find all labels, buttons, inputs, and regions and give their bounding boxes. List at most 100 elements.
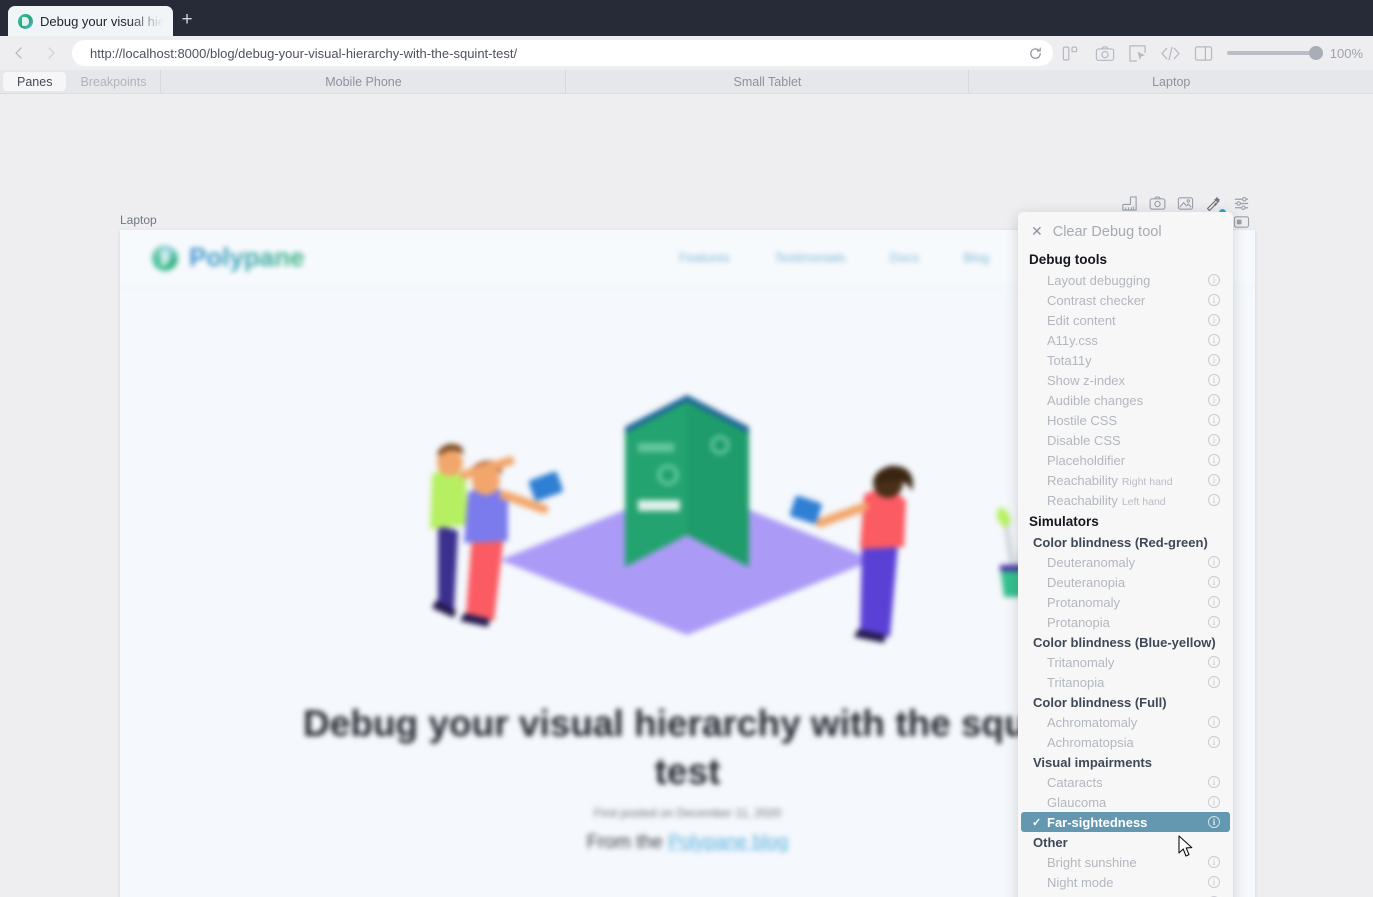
menu-item-label: Protanomaly [1047, 594, 1120, 610]
element-picker-icon[interactable] [1127, 42, 1149, 64]
info-icon[interactable]: i [1208, 474, 1220, 486]
check-icon: ✓ [1032, 474, 1045, 487]
layout-icon[interactable] [1061, 42, 1083, 64]
menu-item-hostile-css[interactable]: ✓ Hostile CSS i [1021, 410, 1230, 430]
menu-item-sublabel: Left hand [1121, 495, 1166, 508]
clear-debug-tool-button[interactable]: ✕ Clear Debug tool [1018, 220, 1233, 248]
info-icon[interactable]: i [1208, 656, 1220, 668]
info-icon[interactable]: i [1208, 434, 1220, 446]
menu-item-achromatopsia[interactable]: ✓ Achromatopsia i [1021, 732, 1230, 752]
info-icon[interactable]: i [1208, 856, 1220, 868]
sliders-icon[interactable] [1232, 194, 1251, 213]
menu-item-show-z-index[interactable]: ✓ Show z-index i [1021, 370, 1230, 390]
tab-breakpoints[interactable]: Breakpoints [66, 72, 160, 91]
browser-tab[interactable]: Debug your visual hie [8, 6, 173, 36]
info-icon[interactable]: i [1208, 736, 1220, 748]
check-icon: ✓ [1032, 816, 1042, 829]
info-icon[interactable]: i [1208, 354, 1220, 366]
menu-item-far-sightedness[interactable]: ✓ Far-sightedness i [1021, 812, 1230, 832]
info-icon[interactable]: i [1208, 454, 1220, 466]
reload-button[interactable] [1025, 42, 1047, 64]
zoom-slider-track[interactable] [1226, 46, 1323, 60]
check-icon: ✓ [1032, 656, 1045, 669]
info-icon[interactable]: i [1208, 676, 1220, 688]
menu-item-bright-sunshine[interactable]: ✓ Bright sunshine i [1021, 852, 1230, 872]
menu-item-sublabel: Right hand [1121, 475, 1173, 488]
menu-item-achromatomaly[interactable]: ✓ Achromatomaly i [1021, 712, 1230, 732]
info-icon[interactable]: i [1208, 876, 1220, 888]
menu-item-glaucoma[interactable]: ✓ Glaucoma i [1021, 792, 1230, 812]
menu-item-label: Audible changes [1047, 392, 1144, 408]
magic-wand-icon[interactable] [1204, 194, 1226, 216]
window-icon[interactable] [1232, 212, 1251, 231]
info-icon[interactable]: i [1208, 556, 1220, 568]
info-icon[interactable]: i [1208, 314, 1220, 326]
menu-item-label: Layout debugging [1047, 272, 1151, 288]
nav-link-testimonials[interactable]: Testimonials [774, 250, 846, 265]
menu-item-label: Far-sightedness [1047, 814, 1148, 830]
code-icon[interactable] [1160, 42, 1182, 64]
info-icon[interactable]: i [1208, 294, 1220, 306]
menu-item-label: Placeholdifier [1047, 452, 1126, 468]
info-icon[interactable]: i [1208, 576, 1220, 588]
menu-item-cataracts[interactable]: ✓ Cataracts i [1021, 772, 1230, 792]
address-bar[interactable]: http://localhost:8000/blog/debug-your-vi… [72, 40, 1053, 66]
nav-link-features[interactable]: Features [679, 250, 730, 265]
menu-item-label: Reachability Right hand [1047, 473, 1208, 488]
zoom-slider[interactable]: 100% [1226, 46, 1363, 61]
subsection-title-colorblind-blue-yellow: Color blindness (Blue-yellow) [1033, 635, 1216, 650]
polypane-favicon-icon [18, 13, 33, 29]
nav-link-docs[interactable]: Docs [890, 250, 920, 265]
menu-item-label: Deuteranopia [1047, 574, 1126, 590]
menu-item-placeholdifier[interactable]: ✓ Placeholdifier i [1021, 450, 1230, 470]
check-icon: ✓ [1032, 354, 1045, 367]
breakpoint-tab-small-tablet[interactable]: Small Tablet [565, 70, 968, 93]
info-icon[interactable]: i [1208, 776, 1220, 788]
ruler-icon[interactable] [1120, 194, 1139, 213]
menu-item-protanopia[interactable]: ✓ Protanopia i [1021, 612, 1230, 632]
menu-item-reachability-right-hand[interactable]: ✓ ReachabilityRight hand i [1021, 470, 1230, 490]
info-icon[interactable]: i [1208, 274, 1220, 286]
pane-toolbar-row2 [1232, 212, 1251, 231]
info-icon[interactable]: i [1208, 334, 1220, 346]
info-icon[interactable]: i [1208, 616, 1220, 628]
menu-item-deuteranopia[interactable]: ✓ Deuteranopia i [1021, 572, 1230, 592]
breakpoint-tab-mobile-phone[interactable]: Mobile Phone [160, 70, 565, 93]
menu-item-contrast-checker[interactable]: ✓ Contrast checker i [1021, 290, 1230, 310]
menu-item-label: Edit content [1047, 312, 1116, 328]
menu-item-layout-debugging[interactable]: ✓ Layout debugging i [1021, 270, 1230, 290]
info-icon[interactable]: i [1208, 596, 1220, 608]
info-icon[interactable]: i [1208, 816, 1220, 828]
post-source-link[interactable]: Polypane blog [668, 832, 788, 853]
forward-button[interactable] [36, 38, 66, 68]
menu-item-edit-content[interactable]: ✓ Edit content i [1021, 310, 1230, 330]
tab-panes[interactable]: Panes [3, 72, 67, 91]
info-icon[interactable]: i [1208, 716, 1220, 728]
info-icon[interactable]: i [1208, 414, 1220, 426]
info-icon[interactable]: i [1208, 796, 1220, 808]
breakpoint-tab-laptop[interactable]: Laptop [968, 70, 1373, 93]
menu-item-disable-css[interactable]: ✓ Disable CSS i [1021, 430, 1230, 450]
info-icon[interactable]: i [1208, 394, 1220, 406]
camera-icon[interactable] [1094, 42, 1116, 64]
camera-icon[interactable] [1148, 194, 1167, 213]
menu-item-reachability-left-hand[interactable]: ✓ ReachabilityLeft hand i [1021, 490, 1230, 510]
sidebar-icon[interactable] [1193, 42, 1215, 64]
menu-item-audible-changes[interactable]: ✓ Audible changes i [1021, 390, 1230, 410]
nav-link-blog[interactable]: Blog [963, 250, 989, 265]
screenshot-image-icon[interactable] [1176, 194, 1195, 213]
zoom-slider-knob[interactable] [1308, 46, 1323, 60]
new-tab-button[interactable]: + [173, 5, 201, 35]
info-icon[interactable]: i [1208, 494, 1220, 506]
menu-item-night-mode[interactable]: ✓ Night mode i [1021, 872, 1230, 892]
site-logo[interactable]: Polypane [152, 242, 305, 273]
menu-item-protanomaly[interactable]: ✓ Protanomaly i [1021, 592, 1230, 612]
info-icon[interactable]: i [1208, 374, 1220, 386]
menu-item-tritanopia[interactable]: ✓ Tritanopia i [1021, 672, 1230, 692]
menu-item-dyslexia[interactable]: ✓ Dyslexia i [1021, 892, 1230, 897]
menu-item-tota11y[interactable]: ✓ Tota11y i [1021, 350, 1230, 370]
menu-item-a11y-css[interactable]: ✓ A11y.css i [1021, 330, 1230, 350]
back-button[interactable] [4, 38, 34, 68]
menu-item-tritanomaly[interactable]: ✓ Tritanomaly i [1021, 652, 1230, 672]
menu-item-deuteranomaly[interactable]: ✓ Deuteranomaly i [1021, 552, 1230, 572]
